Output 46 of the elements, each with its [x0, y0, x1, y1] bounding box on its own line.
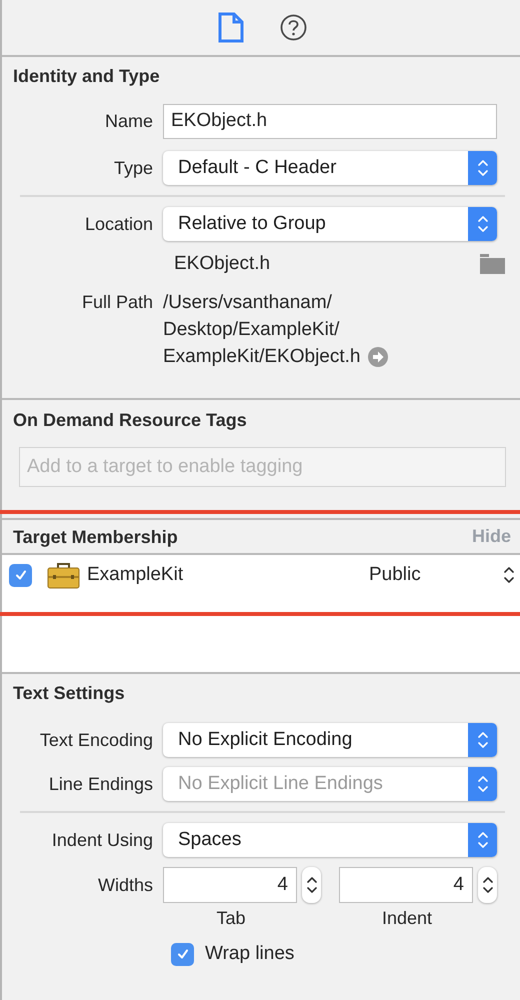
up-down-arrows-icon	[482, 875, 494, 895]
checkbox-label: Wrap lines	[205, 942, 294, 966]
popup-arrows-icon	[468, 723, 497, 757]
file-name: EKObject.h	[174, 252, 270, 276]
popup-arrows-icon	[468, 767, 497, 801]
popup-arrows-icon	[468, 207, 497, 241]
field-label: Indent Using	[50, 828, 154, 852]
popup-button[interactable]: Spaces	[163, 823, 497, 857]
field-label: Name	[104, 110, 154, 133]
help-icon[interactable]	[280, 14, 307, 41]
up-down-arrows-icon	[306, 875, 318, 895]
field-label: Location	[84, 212, 154, 236]
field-label: Widths	[96, 874, 154, 897]
path-text: ExampleKit/EKObject.h	[163, 345, 360, 369]
toolbox-icon	[47, 562, 80, 588]
checkmark-icon	[14, 568, 28, 582]
popup-button[interactable]: No Explicit Encoding	[163, 723, 497, 757]
number-field[interactable]: 4	[163, 867, 297, 903]
popup-button[interactable]: Relative to Group	[163, 207, 497, 241]
name-field[interactable]: EKObject.h	[163, 104, 497, 139]
checkmark-icon	[176, 947, 190, 962]
access-popup[interactable]: Public	[369, 560, 515, 590]
folder-icon[interactable]	[480, 254, 505, 274]
checkbox[interactable]	[9, 564, 32, 586]
field-label: Text Encoding	[38, 728, 154, 752]
number-field[interactable]: 4	[339, 867, 473, 903]
field-label: Type	[112, 156, 154, 180]
popup-arrows-icon	[468, 823, 497, 857]
field-caption: Indent	[382, 907, 434, 930]
section-title: Identity and Type	[13, 65, 161, 87]
stepper[interactable]	[302, 867, 321, 903]
target-name: ExampleKit	[87, 562, 184, 587]
section-title: Text Settings	[13, 682, 126, 704]
up-down-arrows-icon	[503, 565, 515, 585]
field-label: Full Path	[80, 291, 154, 314]
popup-arrows-icon	[468, 151, 497, 185]
section-title: On Demand Resource Tags	[13, 409, 248, 431]
field-label: Line Endings	[48, 772, 154, 796]
path-text: /Users/vsanthanam/	[163, 291, 332, 315]
checkbox[interactable]	[171, 942, 194, 966]
file-icon[interactable]	[218, 12, 244, 43]
stepper[interactable]	[478, 867, 497, 903]
section-title: Target Membership	[13, 526, 178, 548]
popup-button[interactable]: Default - C Header	[163, 151, 497, 185]
field-caption: Tab	[216, 907, 247, 930]
path-text: Desktop/ExampleKit/	[163, 318, 340, 342]
